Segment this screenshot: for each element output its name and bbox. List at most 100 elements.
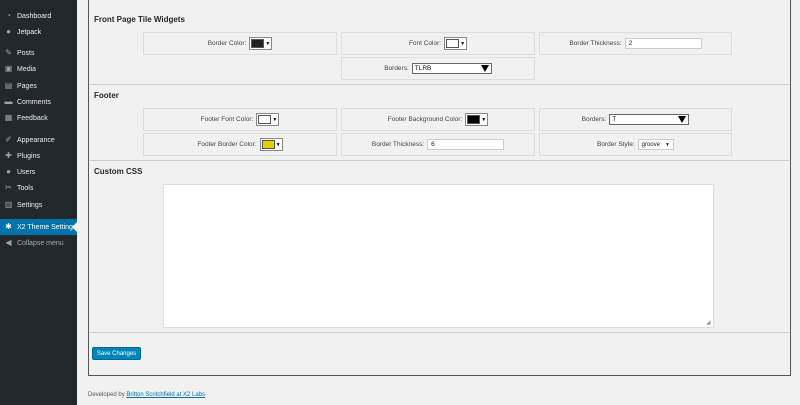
color-swatch [467,115,481,124]
section-divider [90,84,789,85]
field-label: Border Thickness: [371,141,425,148]
dropdown-arrow-icon: ▼ [265,40,271,47]
footer-border-style-field: Border Style: groove ▼ [539,133,732,156]
sidebar-item-label: Settings [17,201,43,209]
section-title-custom-css: Custom CSS [94,167,143,176]
gear-icon: ✱ [5,222,12,231]
footer-border-style-select[interactable]: groove ▼ [637,139,674,150]
sidebar-item-label: Collapse menu [17,239,64,247]
field-label: Border Color: [207,40,247,47]
sidebar-item-label: Appearance [17,136,55,144]
dashboard-icon: ◔ [6,11,11,20]
sidebar-item-settings[interactable]: ▥ Settings [0,197,77,213]
field-label: Footer Background Color: [387,116,463,123]
admin-sidebar: ◔ Dashboard ● Jetpack ✎ Posts ▣ Media ▤ Pages… [0,0,77,405]
users-icon: ● [6,167,11,176]
font-color-field: Font Color: ▼ [341,32,535,55]
field-label: Footer Font Color: [200,116,254,123]
font-color-picker[interactable]: ▼ [444,37,468,50]
footer-borders-select[interactable]: T [609,114,690,125]
sidebar-item-label: Jetpack [17,28,42,36]
section-divider [90,160,789,161]
section-title-footer: Footer [94,91,119,100]
select-value: groove [641,141,660,148]
field-label: Borders: [581,116,607,123]
custom-css-textarea[interactable] [163,184,714,328]
developer-link[interactable]: Britton Scritchfield at X2 Labs [126,392,205,398]
sidebar-item-label: Pages [17,82,37,90]
field-label: Footer Border Color: [197,141,257,148]
settings-icon: ▥ [4,200,13,209]
field-label: Borders: [384,65,409,72]
footer-border-color-picker[interactable]: ▼ [259,138,283,151]
color-swatch [261,140,275,149]
page-footer: Developed by Britton Scritchfield at X2 … [88,392,205,398]
borders-select[interactable]: TLRB [411,63,492,74]
sidebar-item-label: Media [17,65,37,73]
sidebar-item-x2-theme-settings[interactable]: ✱ X2 Theme Settings [0,219,77,235]
footer-prefix: Developed by [88,392,127,398]
pin-icon: ✎ [5,48,12,57]
footer-font-color-field: Footer Font Color: ▼ [143,108,337,131]
footer-font-color-picker[interactable]: ▼ [256,113,280,126]
dropdown-arrow-icon: ▼ [481,116,487,123]
jetpack-icon: ● [6,27,11,36]
plugins-icon: ✚ [5,151,12,160]
field-label: Font Color: [408,40,442,47]
sidebar-item-dashboard[interactable]: ◔ Dashboard [0,8,77,24]
footer-borders-field: Borders: T [539,108,732,131]
sidebar-item-label: Plugins [17,152,40,160]
sidebar-item-label: X2 Theme Settings [17,223,77,231]
color-swatch [446,39,460,48]
sidebar-item-label: Feedback [17,114,48,122]
footer-background-color-picker[interactable]: ▼ [465,113,489,126]
dropdown-arrow-icon: ▼ [460,40,466,47]
tools-icon: ✂ [5,183,12,192]
sidebar-item-media[interactable]: ▣ Media [0,61,77,77]
dropdown-arrow-icon [480,65,489,72]
sidebar-item-feedback[interactable]: ▦ Feedback [0,110,77,126]
border-thickness-field: Border Thickness: 2 [539,32,732,55]
sidebar-item-label: Tools [17,184,34,192]
pages-icon: ▤ [4,81,13,90]
section-title-front-page: Front Page Tile Widgets [94,15,185,24]
sidebar-item-users[interactable]: ● Users [0,164,77,180]
dropdown-arrow-icon: ▼ [275,141,281,148]
feedback-icon: ▦ [4,113,13,122]
sidebar-item-label: Comments [17,98,51,106]
select-value: TLRB [414,65,432,72]
media-icon: ▣ [4,64,13,73]
sidebar-item-comments[interactable]: ▬ Comments [0,94,77,110]
select-value: T [612,116,617,123]
footer-background-color-field: Footer Background Color: ▼ [341,108,535,131]
sidebar-item-label: Posts [17,49,35,57]
sidebar-item-label: Users [17,168,36,176]
sidebar-item-pages[interactable]: ▤ Pages [0,78,77,94]
sidebar-item-jetpack[interactable]: ● Jetpack [0,24,77,40]
field-label: Border Thickness: [569,40,622,47]
color-swatch [258,115,272,124]
dropdown-arrow-icon [678,116,687,123]
footer-border-color-field: Footer Border Color: ▼ [143,133,337,156]
sidebar-item-label: Dashboard [17,12,52,20]
chevron-down-icon: ▼ [664,141,670,148]
border-color-picker[interactable]: ▼ [249,37,273,50]
sidebar-item-tools[interactable]: ✂ Tools [0,180,77,196]
appearance-icon: ✐ [5,135,12,144]
sidebar-item-posts[interactable]: ✎ Posts [0,45,77,61]
collapse-menu-button[interactable]: ◀ Collapse menu [0,235,77,251]
resize-handle-icon[interactable]: ◢ [706,319,711,326]
section-divider [90,332,789,333]
border-thickness-input[interactable]: 2 [624,38,702,49]
comments-icon: ▬ [4,97,13,106]
sidebar-item-appearance[interactable]: ✐ Appearance [0,132,77,148]
field-label: Border Style: [597,141,635,148]
sidebar-item-plugins[interactable]: ✚ Plugins [0,148,77,164]
save-changes-button[interactable]: Save Changes [92,347,141,360]
borders-field: Borders: TLRB [341,57,535,80]
border-color-field: Border Color: ▼ [143,32,337,55]
footer-border-thickness-input[interactable]: 6 [427,139,505,150]
color-swatch [251,39,265,48]
settings-panel: Front Page Tile Widgets Border Color: ▼ … [88,0,791,376]
dropdown-arrow-icon: ▼ [272,116,278,123]
